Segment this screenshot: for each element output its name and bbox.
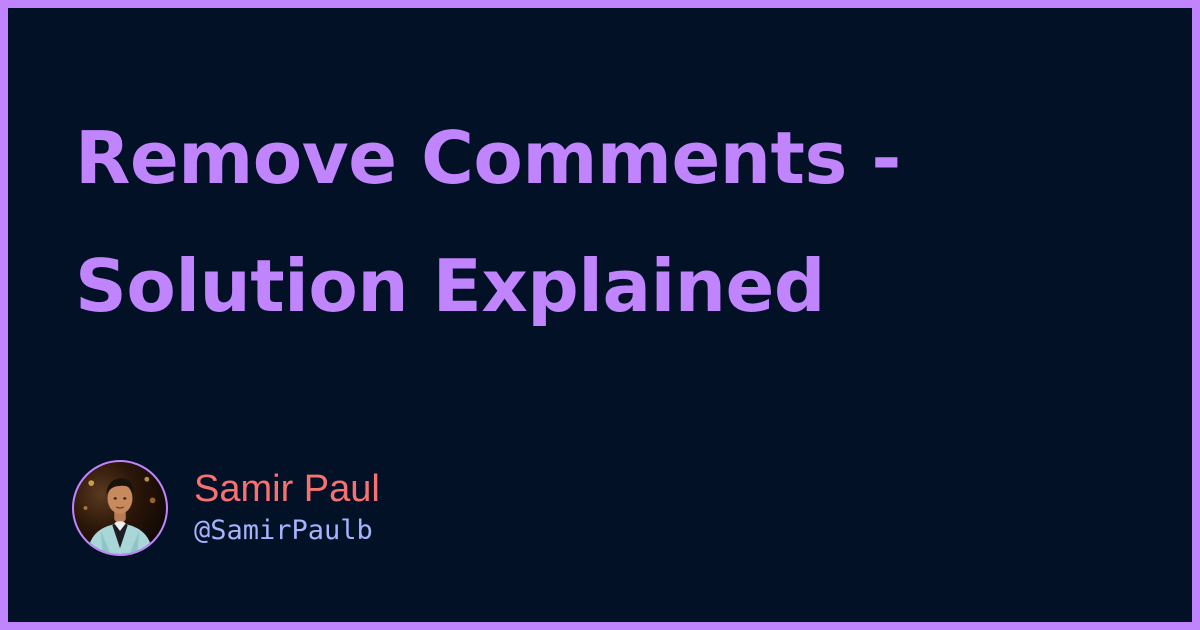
social-card: Remove Comments - Solution Explained Sam… <box>8 8 1192 622</box>
page-title: Remove Comments - Solution Explained <box>75 116 901 328</box>
avatar <box>72 460 168 556</box>
author-handle: @SamirPaulb <box>194 515 373 546</box>
author-name: Samir Paul <box>194 468 380 510</box>
author-block: Samir Paul @SamirPaulb <box>72 458 380 558</box>
avatar-portrait-icon <box>83 476 156 554</box>
author-names: Samir Paul @SamirPaulb <box>194 467 380 549</box>
